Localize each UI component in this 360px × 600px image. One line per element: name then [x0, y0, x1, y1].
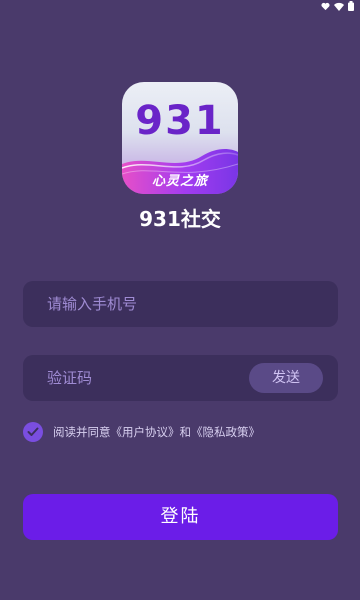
- agreement-prefix: 阅读并同意: [53, 425, 111, 439]
- logo-slogan: 心灵之旅: [151, 174, 208, 189]
- heart-icon: [321, 2, 330, 10]
- agreement-row: 阅读并同意《用户协议》和《隐私政策》: [23, 421, 260, 443]
- status-icons: [321, 1, 354, 11]
- wifi-icon: [334, 2, 344, 11]
- phone-field: [23, 281, 338, 327]
- privacy-policy-link[interactable]: 《隐私政策》: [191, 425, 260, 439]
- phone-input[interactable]: [47, 281, 257, 327]
- agreement-text: 阅读并同意《用户协议》和《隐私政策》: [53, 424, 260, 440]
- status-bar: [0, 0, 360, 14]
- checkmark-icon: [27, 427, 39, 436]
- app-title: 931社交: [139, 207, 221, 231]
- verification-code-input[interactable]: [47, 355, 257, 401]
- login-button[interactable]: 登陆: [23, 494, 338, 540]
- app-logo: 931 心灵之旅: [122, 82, 238, 194]
- battery-icon: [348, 1, 354, 11]
- agreement-conjunction: 和: [179, 425, 192, 439]
- logo-number: 931: [135, 98, 225, 144]
- code-field: 发送: [23, 355, 338, 401]
- agreement-checkbox[interactable]: [23, 422, 43, 442]
- send-code-button[interactable]: 发送: [249, 363, 323, 393]
- user-agreement-link[interactable]: 《用户协议》: [111, 425, 180, 439]
